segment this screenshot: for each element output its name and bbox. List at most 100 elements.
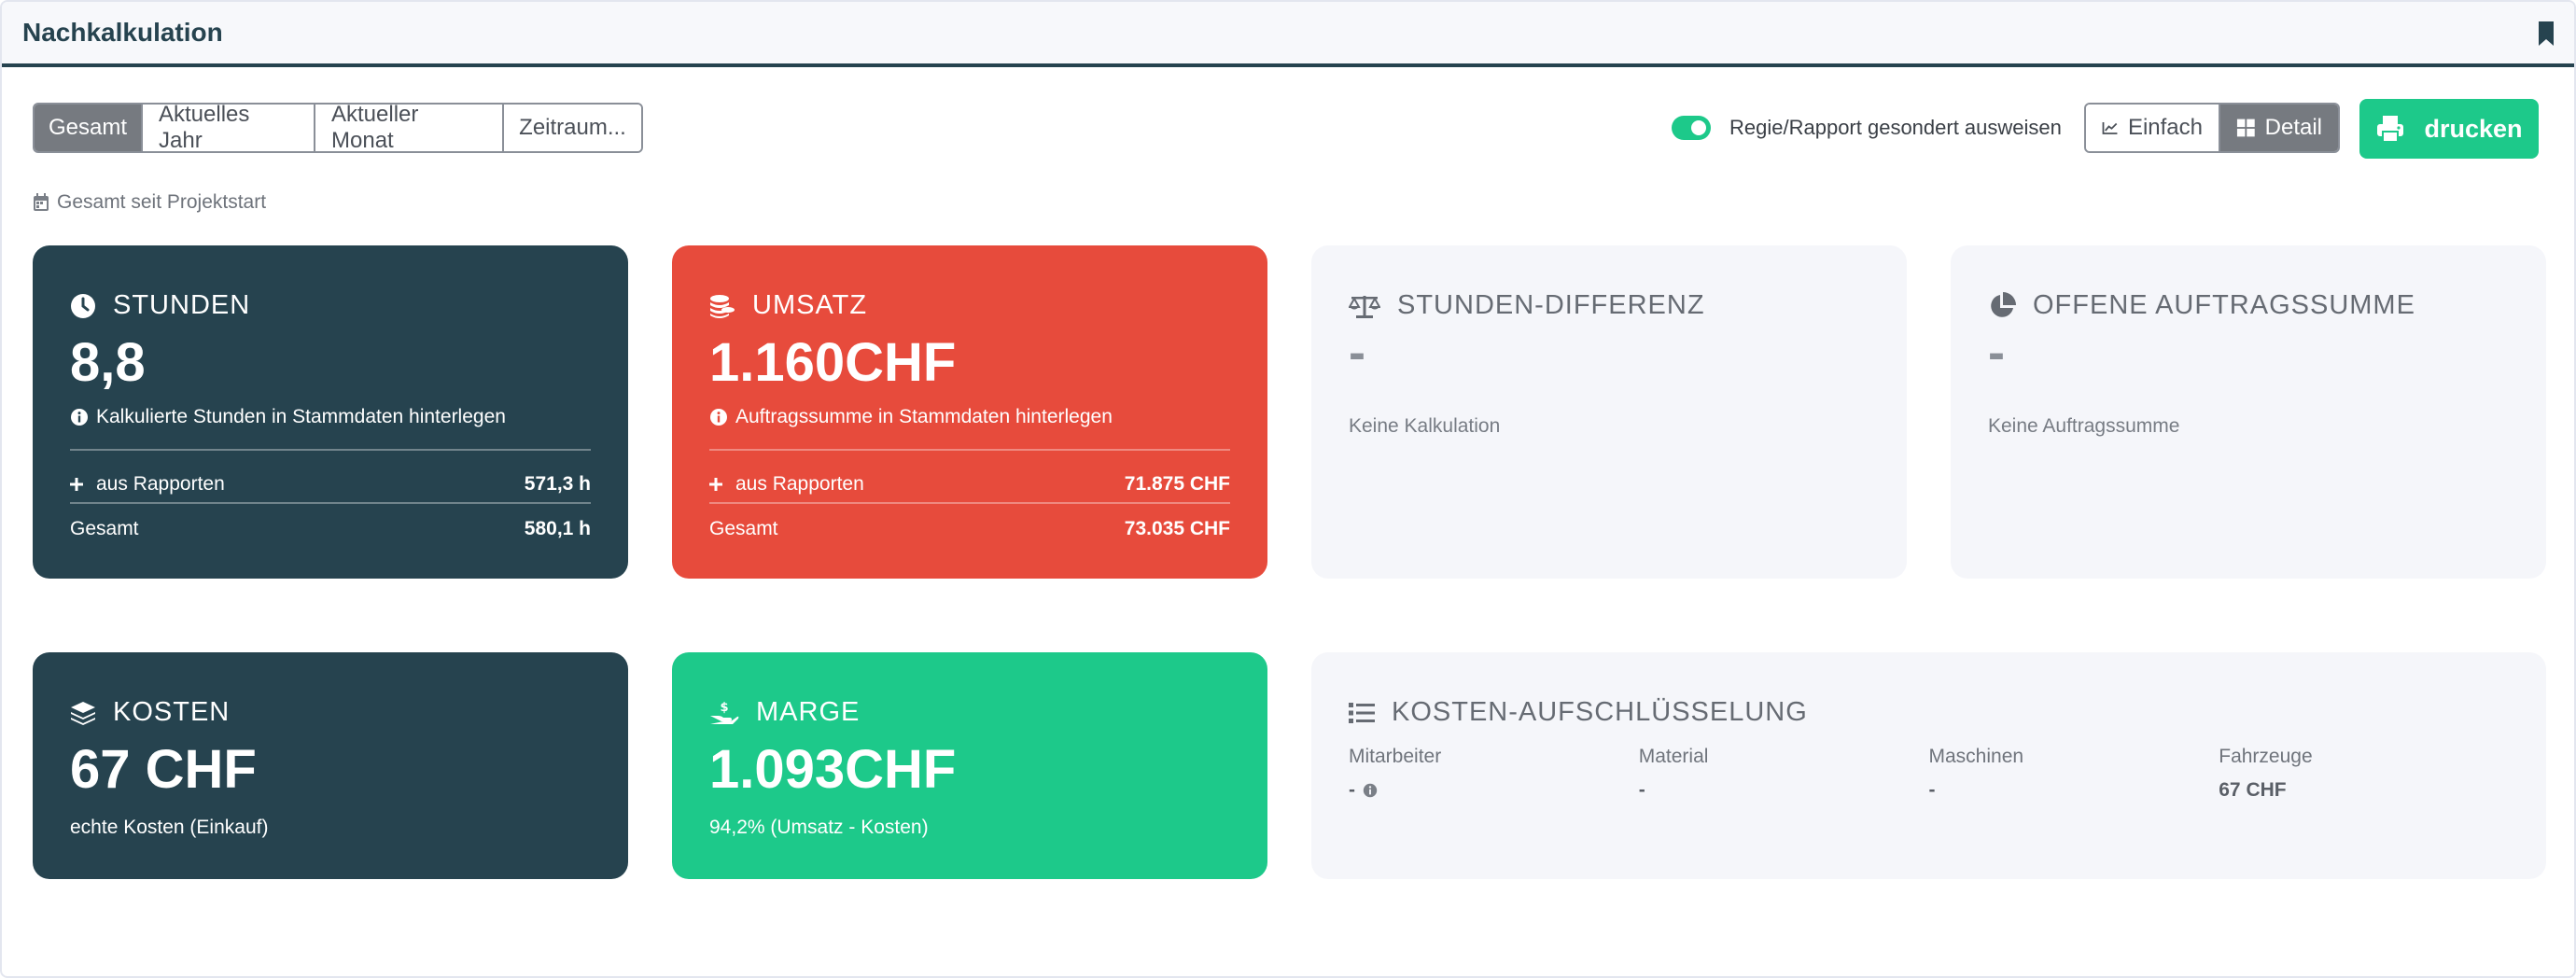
card-kosten: KOSTEN 67 CHF echte Kosten (Einkauf) — [33, 652, 628, 879]
card-kosten-title: KOSTEN — [113, 697, 231, 727]
breakdown-value: 67 CHF — [2219, 779, 2287, 801]
card-marge-value: 1.093CHF — [709, 739, 957, 800]
page-title: Nachkalkulation — [22, 18, 223, 47]
svg-text:$: $ — [720, 701, 728, 715]
breakdown-label: Mitarbeiter — [1349, 746, 1442, 767]
card-stunden-title: STUNDEN — [113, 290, 251, 320]
breakdown-fahrzeuge: Fahrzeuge 67 CHF — [2219, 746, 2509, 802]
card-umsatz: UMSATZ 1.160CHF Auftragssumme in Stammda… — [672, 245, 1267, 579]
breakdown-value-wrap: - — [1349, 779, 1639, 802]
nachkalkulation-panel: Nachkalkulation Gesamt Aktuelles Jahr Ak… — [0, 0, 2576, 978]
card-kosten-value: 67 CHF — [70, 739, 257, 800]
view-detail-label: Detail — [2264, 115, 2322, 140]
row-value: 580,1 h — [524, 518, 591, 539]
card-stunden-differenz-value: - — [1349, 325, 1365, 381]
row-value: 73.035 CHF — [1124, 518, 1230, 539]
view-einfach-label: Einfach — [2127, 115, 2203, 140]
breakdown-label: Material — [1638, 746, 1709, 767]
regie-toggle[interactable] — [1672, 116, 1711, 140]
info-icon — [710, 409, 727, 426]
scale-balance-icon — [1349, 295, 1380, 318]
print-label: drucken — [2424, 114, 2523, 143]
divider — [709, 449, 1230, 451]
plus-icon — [70, 478, 83, 491]
bookmark-icon[interactable] — [2537, 21, 2555, 47]
view-detail-button[interactable]: Detail — [2220, 105, 2338, 151]
list-icon — [1349, 702, 1375, 723]
tab-aktuelles-jahr[interactable]: Aktuelles Jahr — [143, 105, 315, 151]
row-label-wrap: aus Rapporten — [70, 473, 225, 496]
card-stunden: STUNDEN 8,8 Kalkulierte Stunden in Stamm… — [33, 245, 628, 579]
card-umsatz-head: UMSATZ — [709, 290, 867, 321]
card-stunden-head: STUNDEN — [70, 290, 250, 321]
info-icon — [71, 409, 88, 426]
divider — [70, 502, 591, 504]
breakdown-label: Maschinen — [1928, 746, 2024, 767]
pie-chart-icon — [1991, 291, 2016, 317]
print-button[interactable]: drucken — [2359, 99, 2539, 159]
tab-aktueller-monat[interactable]: Aktueller Monat — [315, 105, 504, 151]
breakdown-mitarbeiter: Mitarbeiter - — [1349, 746, 1639, 802]
calendar-icon — [34, 193, 49, 211]
view-einfach-button[interactable]: Einfach — [2086, 105, 2220, 151]
card-kosten-aufschluesselung: KOSTEN-AUFSCHLÜSSELUNG Mitarbeiter - Mat… — [1311, 652, 2546, 879]
card-stunden-hint-text: Kalkulierte Stunden in Stammdaten hinter… — [96, 406, 506, 427]
card-stunden-differenz-head: STUNDEN-DIFFERENZ — [1349, 290, 1705, 321]
card-umsatz-title: UMSATZ — [752, 290, 868, 320]
breakdown-value: - — [1349, 779, 1355, 801]
breakdown-value: - — [1638, 779, 1645, 801]
card-stunden-differenz-sub: Keine Kalkulation — [1349, 415, 1501, 437]
row-value: 71.875 CHF — [1124, 473, 1230, 495]
card-marge-sub: 94,2% (Umsatz - Kosten) — [709, 817, 929, 838]
period-note-text: Gesamt seit Projektstart — [57, 191, 267, 213]
period-note: Gesamt seit Projektstart — [33, 191, 266, 214]
row-label: aus Rapporten — [96, 473, 225, 495]
info-icon[interactable] — [1363, 783, 1378, 798]
card-umsatz-row-gesamt: Gesamt 73.035 CHF — [709, 518, 1230, 540]
card-marge: $ MARGE 1.093CHF 94,2% (Umsatz - Kosten) — [672, 652, 1267, 879]
breakdown-material: Material - — [1639, 746, 1929, 802]
line-chart-icon — [2102, 122, 2118, 134]
card-kosten-aufschluesselung-title: KOSTEN-AUFSCHLÜSSELUNG — [1392, 697, 1808, 727]
card-umsatz-value: 1.160CHF — [709, 332, 957, 393]
divider — [70, 449, 591, 451]
card-stunden-value: 8,8 — [70, 332, 146, 393]
card-marge-title: MARGE — [756, 697, 861, 727]
row-value: 571,3 h — [524, 473, 591, 495]
card-stunden-hint[interactable]: Kalkulierte Stunden in Stammdaten hinter… — [70, 406, 506, 428]
period-tabs: Gesamt Aktuelles Jahr Aktueller Monat Ze… — [33, 103, 643, 153]
card-kosten-sub: echte Kosten (Einkauf) — [70, 817, 269, 838]
row-label-wrap: aus Rapporten — [709, 473, 864, 496]
grid-icon — [2236, 119, 2255, 137]
card-kosten-head: KOSTEN — [70, 697, 230, 728]
card-marge-head: $ MARGE — [709, 697, 860, 728]
card-offene-auftragssumme: OFFENE AUFTRAGSSUMME - Keine Auftragssum… — [1951, 245, 2546, 579]
printer-icon — [2377, 116, 2404, 143]
breakdown-label: Fahrzeuge — [2219, 746, 2313, 767]
breakdown-maschinen: Maschinen - — [1929, 746, 2219, 802]
plus-icon — [709, 478, 722, 491]
layers-icon — [71, 701, 95, 725]
card-stunden-row-rapporten: aus Rapporten 571,3 h — [70, 473, 591, 496]
clock-icon — [71, 293, 95, 318]
card-umsatz-hint[interactable]: Auftragssumme in Stammdaten hinterlegen — [709, 406, 1113, 428]
card-umsatz-row-rapporten: aus Rapporten 71.875 CHF — [709, 473, 1230, 496]
card-umsatz-hint-text: Auftragssumme in Stammdaten hinterlegen — [735, 406, 1113, 427]
card-stunden-differenz: STUNDEN-DIFFERENZ - Keine Kalkulation — [1311, 245, 1907, 579]
card-offene-auftragssumme-title: OFFENE AUFTRAGSSUMME — [2033, 290, 2415, 320]
tab-zeitraum[interactable]: Zeitraum... — [504, 105, 641, 151]
panel-header: Nachkalkulation — [2, 2, 2574, 67]
breakdown-value: - — [1928, 779, 1936, 801]
card-offene-auftragssumme-value: - — [1988, 325, 2005, 381]
tab-gesamt[interactable]: Gesamt — [35, 105, 143, 151]
regie-toggle-label: Regie/Rapport gesondert ausweisen — [1729, 116, 2062, 139]
row-label: aus Rapporten — [735, 473, 864, 495]
row-label: Gesamt — [70, 518, 139, 539]
regie-toggle-group: Regie/Rapport gesondert ausweisen — [1672, 116, 2062, 140]
coins-icon — [710, 294, 735, 318]
view-mode-switch: Einfach Detail — [2084, 103, 2340, 153]
divider — [709, 502, 1230, 504]
hand-money-icon: $ — [710, 701, 739, 724]
card-kosten-aufschluesselung-head: KOSTEN-AUFSCHLÜSSELUNG — [1349, 697, 1808, 728]
cost-breakdown: Mitarbeiter - Material - Maschinen - Fah… — [1349, 746, 2509, 802]
